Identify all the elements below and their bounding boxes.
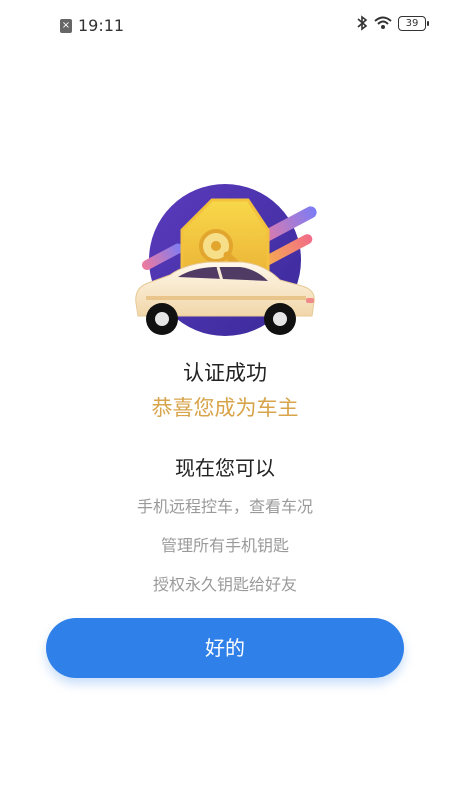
feature-manage-keys: 管理所有手机钥匙 xyxy=(160,536,289,555)
notification-icon: × xyxy=(60,18,72,33)
status-bar: × 19:11 39 xyxy=(0,0,450,50)
feature-share-keys: 授权永久钥匙给好友 xyxy=(152,575,297,594)
auth-success-title: 认证成功 xyxy=(183,361,267,385)
bluetooth-icon xyxy=(357,15,368,31)
status-right: 39 xyxy=(356,15,429,31)
congrats-subtitle: 恭喜您成为车主 xyxy=(151,396,299,420)
success-illustration xyxy=(135,184,317,336)
wifi-icon xyxy=(374,16,392,29)
battery-icon: 39 xyxy=(398,15,429,31)
status-left: × 19:11 xyxy=(60,16,124,35)
battery-level: 39 xyxy=(405,17,419,29)
feature-remote-control: 手机远程控车，查看车况 xyxy=(136,497,313,516)
now-you-can-heading: 现在您可以 xyxy=(175,456,275,480)
ok-button[interactable]: 好的 xyxy=(46,618,404,678)
status-time: 19:11 xyxy=(78,16,125,35)
